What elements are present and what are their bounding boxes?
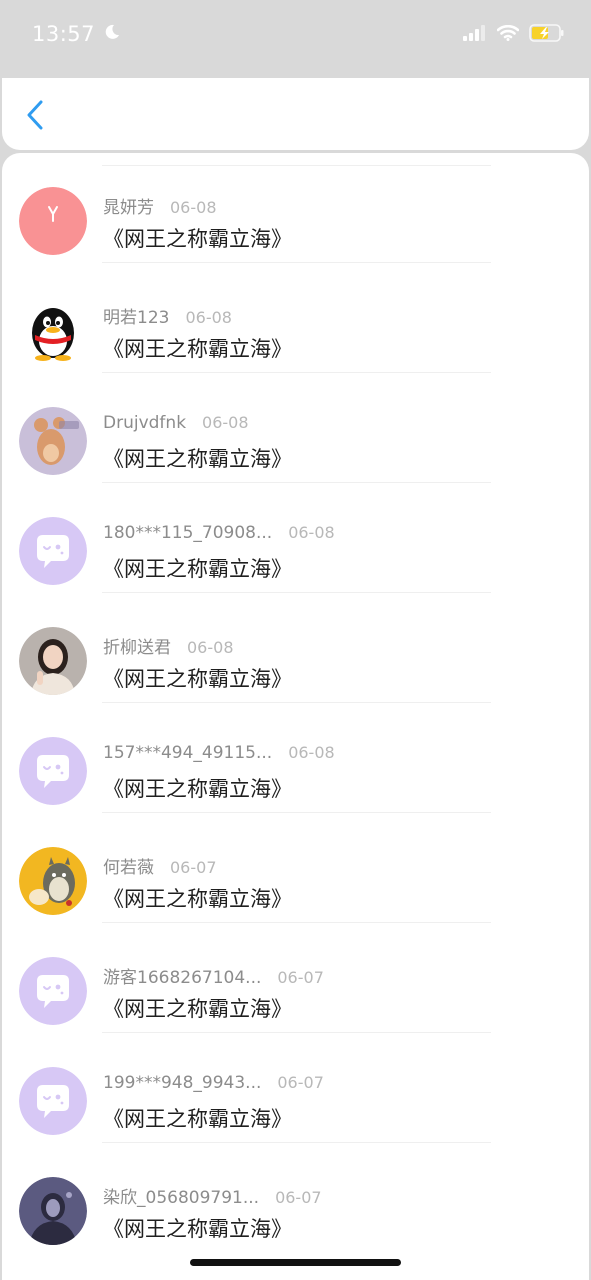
list-item[interactable]: Drujvdfnk 06-08 《网王之称霸立海》: [2, 373, 589, 483]
avatar: [19, 297, 87, 365]
avatar: [19, 627, 87, 695]
list-item[interactable]: 明若123 06-08 《网王之称霸立海》: [2, 263, 589, 373]
message-text: 《网王之称霸立海》: [103, 887, 292, 911]
date: 06-08: [288, 523, 335, 542]
message-text: 《网王之称霸立海》: [103, 447, 292, 471]
chat-bubble-icon: [19, 737, 87, 805]
username: 何若薇: [103, 858, 154, 878]
user-list: 晁妍芳 06-08 《网王之称霸立海》 明若123 06-08 《网王之称霸立海…: [2, 153, 589, 1280]
signal-icon: [463, 25, 487, 45]
avatar: [19, 847, 87, 915]
avatar: [19, 517, 87, 585]
chevron-left-icon: [26, 99, 44, 135]
message-text: 《网王之称霸立海》: [103, 667, 292, 691]
status-icons: [463, 24, 565, 46]
back-button[interactable]: [20, 100, 50, 134]
date: 06-07: [170, 858, 217, 877]
username: 折柳送君: [103, 638, 171, 658]
date: 06-08: [288, 743, 335, 762]
username: 游客1668267104...: [103, 968, 262, 988]
message-text: 《网王之称霸立海》: [103, 227, 292, 251]
date: 06-08: [170, 198, 217, 217]
list-item[interactable]: 157***494_49115... 06-08 《网王之称霸立海》: [2, 703, 589, 813]
chat-bubble-icon: [19, 1067, 87, 1135]
date: 06-08: [187, 638, 234, 657]
date: 06-08: [185, 308, 232, 327]
message-text: 《网王之称霸立海》: [103, 557, 292, 581]
message-text: 《网王之称霸立海》: [103, 1107, 292, 1131]
list-item[interactable]: 199***948_9943... 06-07 《网王之称霸立海》: [2, 1033, 589, 1143]
chat-bubble-icon: [19, 957, 87, 1025]
username: 明若123: [103, 308, 170, 328]
list-item[interactable]: 折柳送君 06-08 《网王之称霸立海》: [2, 593, 589, 703]
list-item[interactable]: 染欣_056809791... 06-07 《网王之称霸立海》: [2, 1143, 589, 1253]
username: Drujvdfnk: [103, 413, 187, 433]
avatar: [19, 957, 87, 1025]
avatar: [19, 1177, 87, 1245]
battery-charging-icon: [529, 24, 565, 46]
qq-penguin-icon: [19, 297, 87, 365]
date: 06-07: [277, 968, 324, 987]
message-text: 《网王之称霸立海》: [103, 337, 292, 361]
moon-icon: [103, 22, 121, 46]
avatar: [19, 737, 87, 805]
avatar: [19, 187, 87, 255]
nav-bar: [2, 78, 589, 150]
username: 染欣_056809791...: [103, 1188, 260, 1208]
username: 199***948_9943...: [103, 1073, 262, 1093]
username: 157***494_49115...: [103, 743, 273, 763]
message-text: 《网王之称霸立海》: [103, 997, 292, 1021]
status-bar: 13:57: [0, 0, 591, 78]
date: 06-07: [277, 1073, 324, 1092]
status-time: 13:57: [32, 22, 96, 46]
avatar: [19, 407, 87, 475]
chat-bubble-icon: [19, 517, 87, 585]
list-item[interactable]: 何若薇 06-07 《网王之称霸立海》: [2, 813, 589, 923]
list-item[interactable]: 180***115_70908... 06-08 《网王之称霸立海》: [2, 483, 589, 593]
message-text: 《网王之称霸立海》: [103, 1217, 292, 1241]
list-item[interactable]: 游客1668267104... 06-07 《网王之称霸立海》: [2, 923, 589, 1033]
date: 06-07: [275, 1188, 322, 1207]
status-time-group: 13:57: [32, 22, 121, 46]
wifi-icon: [496, 24, 520, 45]
date: 06-08: [202, 413, 249, 432]
avatar: [19, 1067, 87, 1135]
username: 180***115_70908...: [103, 523, 273, 543]
message-text: 《网王之称霸立海》: [103, 777, 292, 801]
username: 晁妍芳: [103, 198, 154, 218]
home-indicator: [190, 1259, 401, 1266]
list-item[interactable]: 晁妍芳 06-08 《网王之称霸立海》: [2, 153, 589, 263]
